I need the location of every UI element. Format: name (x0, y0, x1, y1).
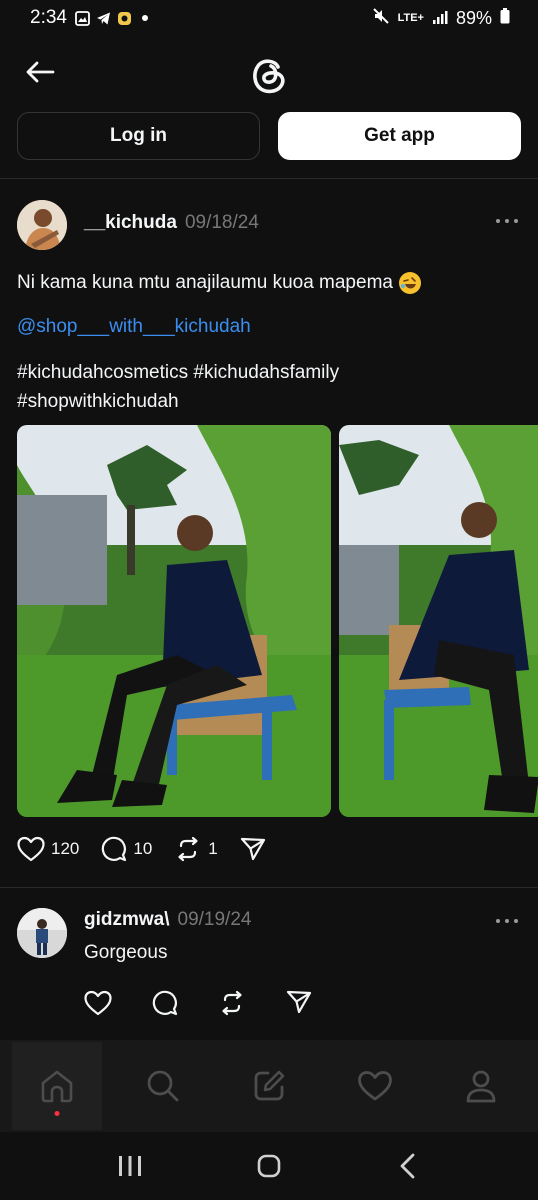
status-bar-left: 2:34 (30, 7, 153, 29)
battery-percent: 89% (455, 7, 492, 28)
hashtag-link[interactable]: #shopwithkichudah (17, 391, 179, 412)
search-icon (147, 1070, 179, 1102)
tab-activity[interactable] (330, 1042, 420, 1130)
compose-icon (254, 1070, 285, 1101)
post-timestamp: 09/18/24 (184, 212, 259, 233)
battery-icon (500, 7, 510, 29)
reply-header: gidzmwa\ 09/19/24 (84, 909, 251, 931)
tab-compose[interactable] (224, 1042, 314, 1130)
reply-author-avatar[interactable] (17, 908, 67, 958)
repost-button[interactable]: 1 (174, 836, 218, 862)
profile-icon (466, 1070, 496, 1103)
more-dot-icon (496, 219, 500, 223)
status-time: 2:34 (30, 7, 67, 28)
post-hashtags: #kichudahcosmetics #kichudahsfamily #sho… (17, 358, 517, 416)
reply-like-button[interactable] (84, 990, 112, 1021)
post-divider (0, 887, 538, 888)
post-actions: 120 10 1 (17, 836, 288, 862)
reply-share-button[interactable] (286, 990, 312, 1021)
like-button[interactable]: 120 (17, 836, 79, 862)
header-divider (0, 178, 538, 179)
mute-icon (372, 7, 390, 30)
top-nav (0, 40, 538, 104)
repost-count: 1 (208, 839, 218, 858)
repost-icon (222, 990, 242, 1016)
system-navigation-bar (0, 1132, 538, 1200)
home-icon (41, 1070, 73, 1103)
post-header: __kichuda 09/18/24 (84, 212, 259, 234)
status-bar: 2:34 LTE+ 89% (0, 0, 538, 36)
tab-home[interactable] (12, 1042, 102, 1130)
signal-icon (432, 8, 448, 29)
share-icon (240, 837, 265, 861)
repost-icon (178, 836, 198, 862)
telegram-icon (96, 11, 111, 26)
post-text: Ni kama kuna mtu anajilaumu kuoa mapema (17, 272, 421, 294)
home-circle-icon (257, 1154, 281, 1178)
get-app-button[interactable]: Get app (278, 112, 521, 160)
status-bar-right: LTE+ 89% (372, 7, 510, 30)
comment-icon (152, 990, 178, 1016)
more-notifications-icon (138, 11, 153, 26)
bottom-tab-bar (0, 1040, 538, 1132)
reply-text: Gorgeous (84, 942, 168, 963)
notification-icons (75, 10, 153, 26)
tab-search[interactable] (118, 1042, 208, 1130)
more-dot-icon (496, 919, 500, 923)
recents-icon (118, 1156, 141, 1176)
share-button[interactable] (240, 837, 266, 861)
reply-more-options-button[interactable] (496, 916, 518, 926)
reply-count: 10 (133, 839, 153, 858)
login-button[interactable]: Log in (17, 112, 260, 160)
back-button[interactable] (22, 54, 58, 90)
active-tab-indicator (54, 1111, 60, 1116)
heart-icon (358, 1071, 392, 1101)
back-system-button[interactable] (378, 1141, 438, 1191)
like-count: 120 (51, 839, 80, 858)
reply-actions (84, 990, 312, 1021)
network-type: LTE+ (397, 12, 424, 24)
auth-buttons: Log in Get app (17, 112, 521, 160)
gallery-icon (75, 10, 90, 26)
post-media-carousel[interactable] (17, 425, 538, 817)
more-dot-icon (514, 919, 518, 923)
post-username[interactable]: __kichuda (84, 212, 177, 234)
post-mention-link[interactable]: @shop___with___kichudah (17, 316, 251, 338)
more-dot-icon (514, 219, 518, 223)
more-dot-icon (505, 919, 509, 923)
reply-repost-button[interactable] (218, 990, 246, 1021)
rofl-emoji-icon (398, 272, 421, 294)
more-dot-icon (505, 219, 509, 223)
share-icon (286, 990, 312, 1014)
post-author-avatar[interactable] (17, 200, 67, 250)
recents-button[interactable] (100, 1141, 160, 1191)
reply-button[interactable]: 10 (101, 836, 152, 862)
post-caption: Ni kama kuna mtu anajilaumu kuoa mapema (17, 272, 393, 293)
heart-icon (84, 990, 112, 1016)
tab-profile[interactable] (436, 1042, 526, 1130)
heart-icon (17, 836, 45, 862)
back-arrow-icon (26, 61, 55, 83)
reply-timestamp: 09/19/24 (177, 909, 252, 930)
reply-username[interactable]: gidzmwa\ (84, 909, 170, 931)
hashtag-link[interactable]: #kichudahsfamily (193, 362, 339, 383)
app-notification-icon (117, 11, 132, 26)
comment-icon (102, 836, 127, 862)
post-photo[interactable] (17, 425, 331, 817)
post-photo[interactable] (339, 425, 538, 817)
post-more-options-button[interactable] (496, 216, 518, 226)
threads-logo-icon[interactable] (247, 52, 291, 96)
back-chevron-icon (400, 1153, 415, 1179)
home-system-button[interactable] (239, 1141, 299, 1191)
hashtag-link[interactable]: #kichudahcosmetics (17, 362, 188, 383)
reply-comment-button[interactable] (152, 990, 178, 1021)
